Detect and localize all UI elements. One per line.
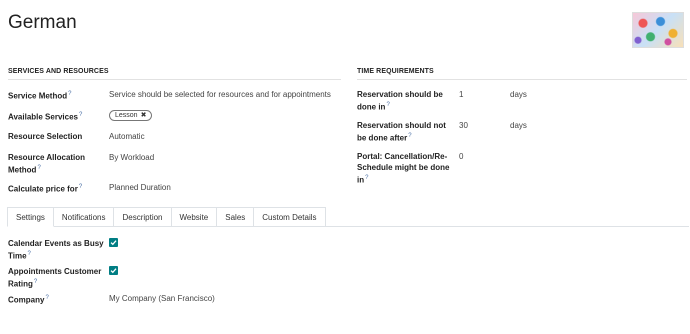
company-value[interactable]: My Company (San Francisco) — [109, 293, 215, 304]
help-marker[interactable]: ? — [28, 251, 31, 257]
reservation-done-in-value[interactable]: 1 — [459, 89, 463, 100]
resource-allocation-label-line1: Resource Allocation — [8, 153, 86, 162]
tab-settings[interactable]: Settings — [7, 207, 54, 227]
help-marker[interactable]: ? — [68, 91, 71, 97]
calendar-busy-label-line1: Calendar Events as Busy — [8, 239, 104, 248]
reservation-not-done-unit: days — [510, 121, 527, 130]
help-marker[interactable]: ? — [79, 112, 82, 118]
portal-cancel-value[interactable]: 0 — [459, 151, 463, 162]
calendar-busy-checkbox[interactable] — [109, 238, 118, 247]
page-title[interactable]: German — [8, 12, 77, 34]
reservation-done-in-label-line1: Reservation should be — [357, 90, 443, 99]
calculate-price-label: Calculate price for? — [8, 184, 83, 194]
tab-custom-details[interactable]: Custom Details — [254, 207, 326, 227]
help-marker[interactable]: ? — [79, 184, 82, 190]
help-marker[interactable]: ? — [34, 279, 37, 285]
company-label: Company? — [8, 295, 49, 305]
tab-description[interactable]: Description — [114, 207, 172, 227]
tab-notifications[interactable]: Notifications — [53, 207, 115, 227]
services-section-heading: SERVICES AND RESOURCES — [8, 68, 341, 80]
help-marker[interactable]: ? — [386, 102, 389, 108]
close-icon[interactable]: ✖ — [141, 111, 147, 120]
help-marker[interactable]: ? — [37, 165, 40, 171]
reservation-not-done-value[interactable]: 30 — [459, 120, 468, 131]
resource-selection-value[interactable]: Automatic — [109, 131, 145, 142]
calendar-busy-label-line2: Time? — [8, 251, 31, 261]
help-marker[interactable]: ? — [45, 295, 48, 301]
notebook-tabs: Settings Notifications Description Websi… — [7, 207, 326, 227]
help-marker[interactable]: ? — [408, 133, 411, 139]
service-method-label: Service Method? — [8, 91, 72, 101]
portal-cancel-label-line3: in? — [357, 175, 369, 185]
tag-label: Lesson — [115, 112, 138, 119]
reservation-done-in-label-line2: done in? — [357, 102, 390, 112]
customer-rating-label-line1: Appointments Customer — [8, 267, 102, 276]
reservation-done-in-unit: days — [510, 90, 527, 99]
customer-rating-label-line2: Rating? — [8, 279, 38, 289]
portal-cancel-label-line2: Schedule might be done — [357, 163, 450, 172]
service-tag-lesson[interactable]: Lesson ✖ — [109, 110, 153, 121]
reservation-not-done-label-line1: Reservation should not — [357, 121, 446, 130]
help-marker[interactable]: ? — [365, 175, 368, 181]
tab-sales[interactable]: Sales — [217, 207, 255, 227]
time-section-heading: TIME REQUIREMENTS — [357, 68, 687, 80]
available-services-label: Available Services? — [8, 112, 83, 122]
customer-rating-checkbox[interactable] — [109, 266, 118, 275]
resource-allocation-label-line2: Method? — [8, 165, 41, 175]
service-method-value[interactable]: Service should be selected for resources… — [109, 89, 331, 100]
calculate-price-value[interactable]: Planned Duration — [109, 182, 171, 193]
portal-cancel-label-line1: Portal: Cancellation/Re- — [357, 152, 448, 161]
resource-selection-label: Resource Selection — [8, 132, 83, 141]
service-image[interactable] — [632, 12, 684, 48]
check-icon — [110, 268, 117, 274]
tab-website[interactable]: Website — [171, 207, 218, 227]
resource-allocation-value[interactable]: By Workload — [109, 152, 154, 163]
check-icon — [110, 240, 117, 246]
reservation-not-done-label-line2: be done after? — [357, 133, 412, 143]
